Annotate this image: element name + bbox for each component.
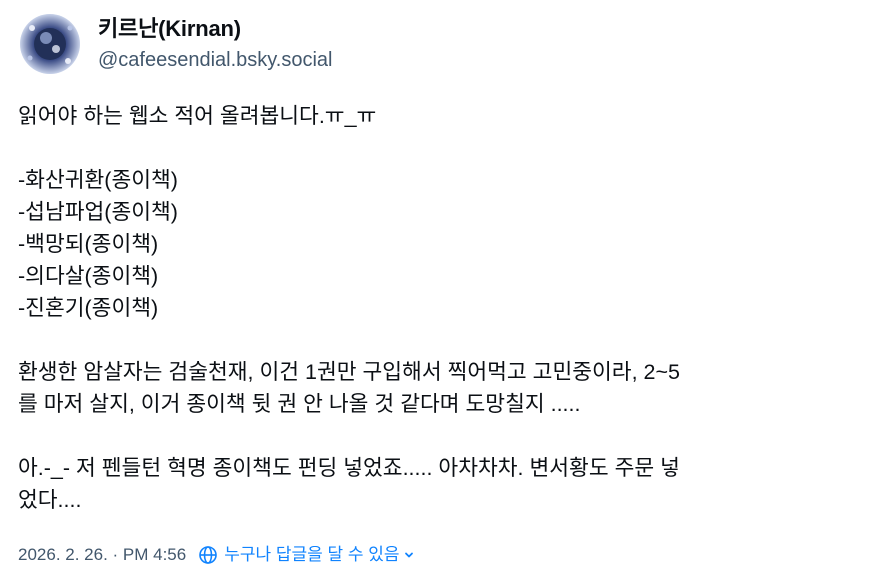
globe-icon <box>198 545 218 565</box>
post-line: 읽어야 하는 웹소 적어 올려봅니다.ㅠ_ㅠ <box>18 104 377 128</box>
list-item: -의다살(종이책) <box>18 264 159 288</box>
reply-setting-label: 누구나 답글을 달 수 있음 <box>224 545 400 564</box>
author-names: 키르난(Kirnan) @cafeesendial.bsky.social <box>98 14 333 74</box>
avatar[interactable] <box>20 14 80 74</box>
chevron-down-icon <box>403 549 415 561</box>
post-footer: 2026. 2. 26. · PM 4:56 누구나 답글을 달 수 있음 <box>18 541 415 569</box>
list-item: -진혼기(종이책) <box>18 296 159 320</box>
post-paragraph: 환생한 암살자는 검술천재, 이건 1권만 구입해서 찍어먹고 고민중이라, 2… <box>18 360 681 416</box>
reply-setting-button[interactable]: 누구나 답글을 달 수 있음 <box>224 541 414 569</box>
post-header: 키르난(Kirnan) @cafeesendial.bsky.social <box>20 14 333 74</box>
list-item: -섭남파업(종이책) <box>18 200 178 224</box>
list-item: -백망되(종이책) <box>18 232 159 256</box>
post: 키르난(Kirnan) @cafeesendial.bsky.social 읽어… <box>0 0 876 583</box>
author-handle[interactable]: @cafeesendial.bsky.social <box>98 46 333 74</box>
post-text: 읽어야 하는 웹소 적어 올려봅니다.ㅠ_ㅠ -화산귀환(종이책) -섭남파업(… <box>18 100 863 516</box>
display-name[interactable]: 키르난(Kirnan) <box>98 14 333 44</box>
post-paragraph: 아.-_- 저 펜들턴 혁명 종이책도 펀딩 넣었죠..... 아차차차. 변서… <box>18 456 680 512</box>
post-timestamp[interactable]: 2026. 2. 26. · PM 4:56 <box>18 541 186 569</box>
list-item: -화산귀환(종이책) <box>18 168 178 192</box>
